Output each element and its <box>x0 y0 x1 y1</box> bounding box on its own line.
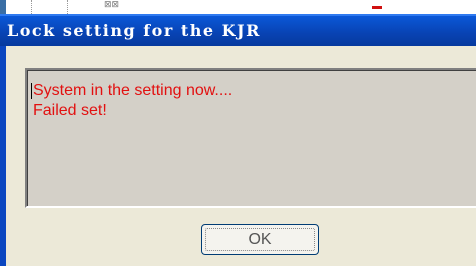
dialog-left-border <box>0 46 6 266</box>
ok-button-label: OK <box>248 231 272 248</box>
red-marker <box>372 6 382 9</box>
toolbar-icons: ⊠⊠ <box>104 0 120 10</box>
dialog-title: Lock setting for the KJR <box>7 21 261 40</box>
screen: ⊠⊠ Lock setting for the KJR System in th… <box>0 0 476 266</box>
status-message: System in the setting now.... <box>33 82 233 99</box>
text-caret <box>31 83 32 99</box>
error-message: Failed set! <box>33 102 107 119</box>
message-box-inner: System in the setting now.... Failed set… <box>27 70 476 206</box>
dialog-titlebar[interactable]: Lock setting for the KJR <box>0 14 476 46</box>
lock-setting-dialog: Lock setting for the KJR System in the s… <box>0 14 476 266</box>
message-box[interactable]: System in the setting now.... Failed set… <box>25 68 476 208</box>
ok-button[interactable]: OK <box>201 224 319 255</box>
